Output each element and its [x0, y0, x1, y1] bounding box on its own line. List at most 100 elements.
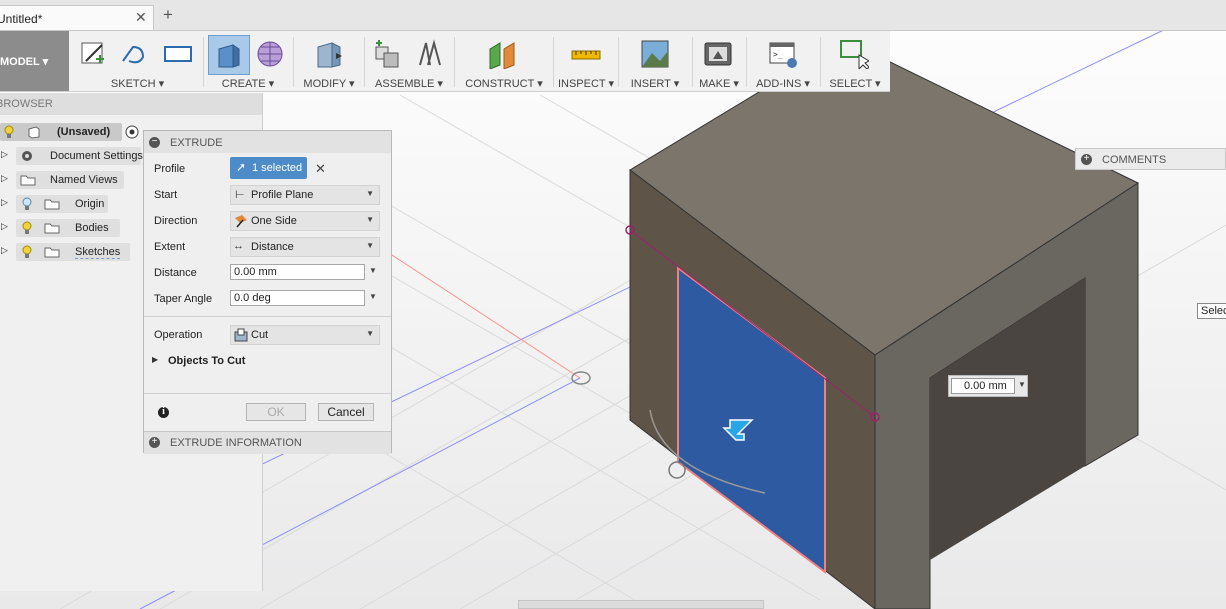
browser-item-sketches[interactable]: ▷ Sketches [0, 242, 150, 262]
press-pull-icon[interactable] [314, 39, 344, 69]
toolbar-group-create[interactable]: CREATE ▾ [207, 31, 289, 91]
expand-arrow-icon[interactable]: ▷ [1, 149, 8, 160]
offset-plane-icon[interactable] [488, 39, 518, 69]
create-menu[interactable]: CREATE ▾ [207, 77, 289, 90]
extrude-header[interactable]: − EXTRUDE [144, 131, 391, 153]
chevron-down-icon: ▼ [366, 215, 374, 224]
expand-arrow-icon[interactable]: ▷ [1, 197, 8, 208]
expand-arrow-icon[interactable]: ▷ [1, 173, 8, 184]
folder-icon [44, 247, 60, 258]
taper-label: Taper Angle [154, 293, 213, 305]
toolbar-group-insert[interactable]: INSERT ▾ [622, 31, 688, 91]
operation-dropdown[interactable]: Cut ▼ [230, 325, 380, 345]
expand-arrow-icon[interactable]: ▷ [1, 245, 8, 256]
navigation-bar[interactable] [518, 600, 764, 609]
clear-selection-icon[interactable]: ✕ [315, 161, 326, 177]
taper-handle[interactable] [668, 461, 686, 479]
toolbar-group-assemble[interactable]: ASSEMBLE ▾ [368, 31, 450, 91]
main-toolbar: MODEL ▾ SKETCH ▾ CREATE ▾ MODIFY ▾ ASSEM… [0, 31, 890, 92]
modify-menu[interactable]: MODIFY ▾ [297, 77, 361, 90]
profile-label: Profile [154, 163, 186, 175]
taper-angle-input[interactable]: 0.0 deg [230, 290, 365, 306]
browser-root-row[interactable]: (Unsaved) [0, 122, 150, 142]
direction-dropdown[interactable]: One Side ▼ [230, 211, 380, 231]
joint-icon[interactable] [414, 39, 444, 69]
make-menu[interactable]: MAKE ▾ [696, 77, 742, 90]
rectangle-icon[interactable] [163, 39, 193, 69]
collapse-icon[interactable]: − [149, 137, 160, 148]
insert-canvas-icon[interactable] [640, 39, 670, 69]
canvas-distance-input[interactable]: 0.00 mm [951, 378, 1015, 394]
operation-row: Operation Cut ▼ [154, 324, 382, 346]
profile-select-button[interactable]: ➚ 1 selected [230, 157, 307, 179]
extrude-icon[interactable] [213, 39, 243, 69]
ok-button[interactable]: OK [246, 403, 306, 421]
new-tab-icon[interactable]: + [163, 6, 173, 23]
expand-icon[interactable]: + [149, 437, 160, 448]
info-icon[interactable]: i [158, 407, 169, 418]
objects-to-cut-row[interactable]: ▶ Objects To Cut [152, 350, 382, 372]
construct-menu[interactable]: CONSTRUCT ▾ [458, 77, 550, 90]
cancel-button[interactable]: Cancel [318, 403, 374, 421]
new-component-icon[interactable] [372, 39, 402, 69]
browser-item-bodies[interactable]: ▷ Bodies [0, 218, 150, 238]
distance-input[interactable]: 0.00 mm [230, 264, 365, 280]
browser-item-document-settings[interactable]: ▷ Document Settings [0, 146, 150, 166]
toolbar-group-construct[interactable]: CONSTRUCT ▾ [458, 31, 550, 91]
tab-bar: Untitled* ✕ + [0, 0, 1226, 31]
inspect-menu[interactable]: INSPECT ▾ [557, 77, 615, 90]
component-icon [28, 126, 40, 139]
addins-menu[interactable]: ADD-INS ▾ [750, 77, 816, 90]
direction-label: Direction [154, 215, 198, 227]
assemble-menu[interactable]: ASSEMBLE ▾ [368, 77, 450, 90]
expand-arrow-icon[interactable]: ▶ [152, 355, 158, 364]
lightbulb-icon[interactable] [22, 221, 32, 235]
browser-item-label: Named Views [50, 174, 118, 186]
sketch-menu[interactable]: SKETCH ▾ [75, 77, 200, 90]
objects-to-cut-label: Objects To Cut [168, 355, 246, 367]
taper-dropdown-arrow[interactable]: ▼ [369, 292, 377, 301]
start-dropdown[interactable]: ⊢ Profile Plane ▼ [230, 185, 380, 205]
select-menu[interactable]: SELECT ▾ [824, 77, 886, 90]
distance-dropdown-arrow[interactable]: ▼ [369, 266, 377, 275]
start-row: Start ⊢ Profile Plane ▼ [154, 184, 382, 206]
browser-item-named-views[interactable]: ▷ Named Views [0, 170, 150, 190]
create-sketch-icon[interactable] [78, 39, 108, 69]
start-label: Start [154, 189, 178, 201]
form-icon[interactable] [255, 39, 285, 69]
select-icon[interactable] [839, 39, 869, 69]
toolbar-separator [820, 37, 821, 87]
measure-icon[interactable] [571, 39, 601, 69]
lightbulb-icon[interactable] [22, 245, 32, 259]
document-tab[interactable]: Untitled* ✕ [0, 5, 154, 30]
extent-value: Distance [251, 241, 294, 253]
lightbulb-off-icon[interactable] [22, 197, 32, 211]
toolbar-group-modify[interactable]: MODIFY ▾ [297, 31, 361, 91]
distance-manipulator-box: 0.00 mm ▼ [948, 375, 1028, 397]
scripts-icon[interactable]: >_ [768, 39, 798, 69]
activate-radio-icon[interactable] [125, 125, 139, 139]
chevron-down-icon: ▼ [366, 241, 374, 250]
browser-item-origin[interactable]: ▷ Origin [0, 194, 150, 214]
toolbar-group-addins[interactable]: >_ ADD-INS ▾ [750, 31, 816, 91]
browser-header: BROWSER [0, 93, 262, 115]
comments-panel[interactable]: + COMMENTS [1075, 148, 1226, 170]
lightbulb-icon[interactable] [4, 125, 14, 139]
one-side-icon [235, 215, 247, 228]
toolbar-group-make[interactable]: MAKE ▾ [696, 31, 742, 91]
toolbar-group-inspect[interactable]: INSPECT ▾ [557, 31, 615, 91]
close-tab-icon[interactable]: ✕ [135, 9, 147, 26]
expand-arrow-icon[interactable]: ▷ [1, 221, 8, 232]
extrude-information-bar[interactable]: + EXTRUDE INFORMATION [144, 431, 391, 454]
toolbar-group-sketch[interactable]: SKETCH ▾ [75, 31, 200, 91]
3d-print-icon[interactable] [703, 39, 733, 69]
insert-menu[interactable]: INSERT ▾ [622, 77, 688, 90]
line-icon[interactable] [119, 39, 149, 69]
chevron-down-icon[interactable]: ▼ [1018, 380, 1026, 389]
operation-label: Operation [154, 329, 203, 341]
extent-dropdown[interactable]: ↔ Distance ▼ [230, 237, 380, 257]
toolbar-group-select[interactable]: SELECT ▾ [824, 31, 886, 91]
expand-icon[interactable]: + [1081, 154, 1092, 165]
operation-value: Cut [251, 329, 269, 341]
workspace-switcher-button[interactable]: MODEL ▾ [0, 31, 69, 91]
